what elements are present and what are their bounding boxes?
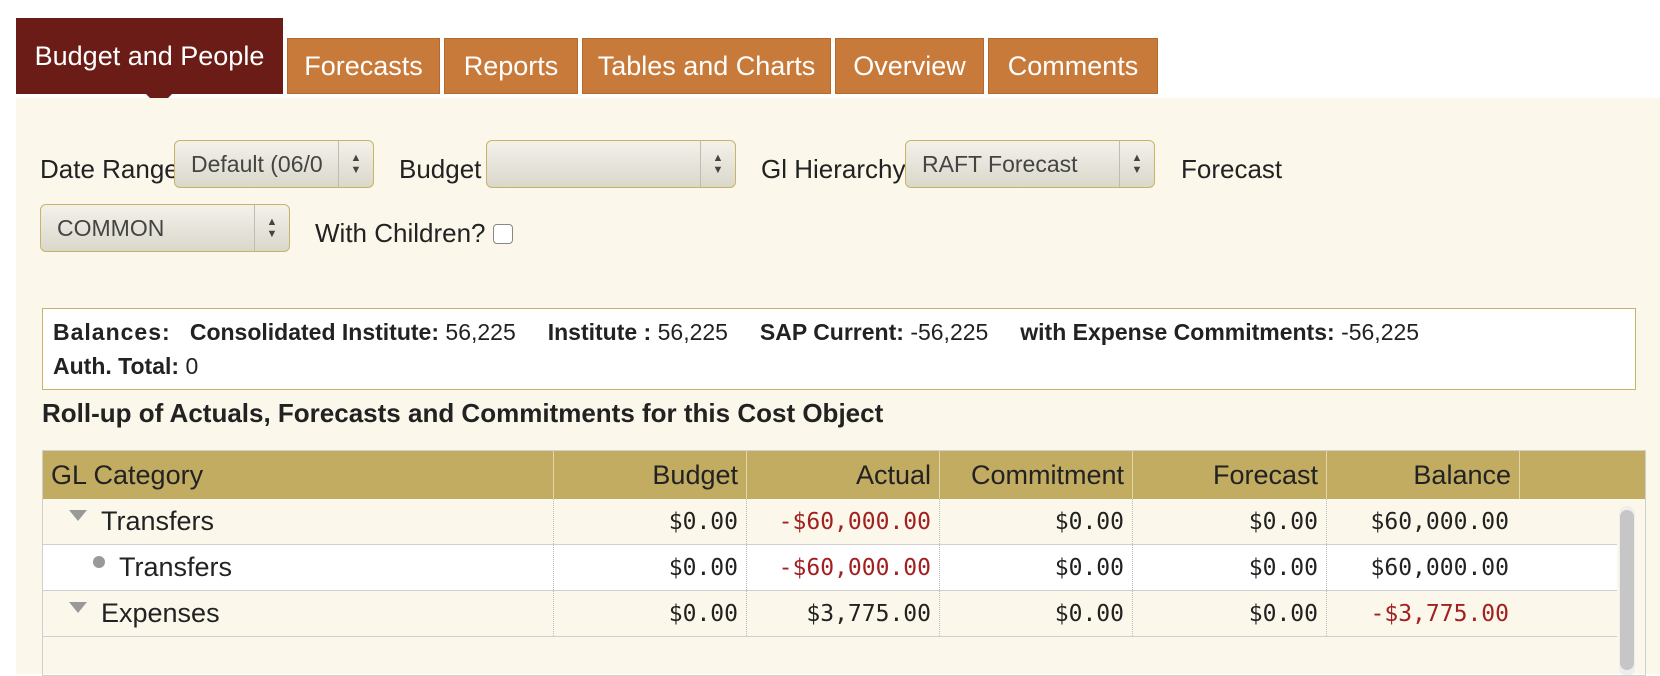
budget-select[interactable]: ▲ ▼ [486, 140, 736, 188]
forecast-cell: $0.00 [1133, 545, 1327, 590]
tab-forecasts[interactable]: Forecasts [287, 38, 440, 94]
row-name: Transfers [119, 552, 233, 582]
date-range-value: Default (06/01 [191, 150, 323, 177]
tab-tables-and-charts[interactable]: Tables and Charts [582, 38, 831, 94]
balances-line-2: Auth. Total: 0 [53, 353, 198, 380]
forecast-cell: $0.00 [1133, 499, 1327, 544]
forecast-label: Forecast [1181, 154, 1283, 184]
sap-current-value: -56,225 [910, 319, 989, 345]
gl-hierarchy-select[interactable]: RAFT Forecast ▲ ▼ [905, 140, 1155, 188]
row-name: Transfers [101, 506, 215, 536]
grid-scrollbar[interactable] [1619, 506, 1635, 675]
institute-value: 56,225 [657, 319, 728, 345]
consolidated-label: Consolidated Institute: [189, 319, 440, 345]
actual-cell: $3,775.00 [747, 591, 940, 636]
date-range-select[interactable]: Default (06/01 ▲ ▼ [174, 140, 374, 188]
column-header-balance[interactable]: Balance [1327, 451, 1520, 499]
forecast-select[interactable]: COMMON ▲ ▼ [40, 204, 290, 252]
tab-overview[interactable]: Overview [835, 38, 984, 94]
tab-label: Tables and Charts [597, 50, 816, 81]
tab-reports[interactable]: Reports [444, 38, 578, 94]
leaf-dot-icon [93, 555, 105, 568]
commitment-cell: $0.00 [940, 545, 1133, 590]
budget-cell: $0.00 [554, 545, 747, 590]
table-row[interactable]: Transfers $0.00 -$60,000.00 $0.00 $0.00 … [43, 499, 1617, 545]
column-header-commitment[interactable]: Commitment [940, 451, 1133, 499]
grid-header: GL Category Budget Actual Commitment For… [43, 451, 1645, 499]
balance-cell: $60,000.00 [1370, 508, 1509, 535]
expense-commitments-label: with Expense Commitments: [1020, 319, 1335, 345]
row-name: Expenses [101, 598, 220, 628]
gl-category-cell: Transfers [43, 499, 554, 544]
table-row[interactable]: Transfers $0.00 -$60,000.00 $0.00 $0.00 … [43, 545, 1617, 591]
commitment-cell: $0.00 [940, 591, 1133, 636]
scrollbar-thumb[interactable] [1620, 510, 1634, 670]
sap-current-label: SAP Current: [759, 319, 904, 345]
select-arrows-icon: ▲ ▼ [254, 205, 289, 251]
tab-label: Budget and People [34, 40, 265, 71]
gl-hierarchy-label: Gl Hierarchy [761, 154, 906, 184]
institute-label: Institute : [547, 319, 652, 345]
tab-label: Forecasts [304, 50, 423, 81]
table-row[interactable]: Expenses $0.00 $3,775.00 $0.00 $0.00 -$3… [43, 591, 1617, 637]
expand-triangle-icon[interactable] [69, 602, 87, 613]
actual-cell: -$60,000.00 [747, 545, 940, 590]
rollup-grid: GL Category Budget Actual Commitment For… [42, 450, 1646, 676]
budget-cell: $0.00 [554, 591, 747, 636]
gl-hierarchy-value: RAFT Forecast [922, 150, 1078, 177]
balance-cell: $60,000.00 [1370, 554, 1509, 581]
tab-label: Reports [463, 50, 559, 81]
forecast-cell: $0.00 [1133, 591, 1327, 636]
balance-cell: -$3,775.00 [1370, 600, 1509, 627]
column-header-budget[interactable]: Budget [554, 451, 747, 499]
with-children-checkbox[interactable] [493, 224, 513, 244]
content-panel: Date Range Default (06/01 ▲ ▼ Budget ▲ ▼ G… [16, 98, 1660, 676]
expense-commitments-value: -56,225 [1341, 319, 1420, 345]
tab-comments[interactable]: Comments [988, 38, 1158, 94]
section-title: Roll-up of Actuals, Forecasts and Commit… [42, 398, 884, 428]
select-arrows-icon: ▲ ▼ [700, 141, 735, 187]
select-arrows-icon: ▲ ▼ [1119, 141, 1154, 187]
budget-cell: $0.00 [554, 499, 747, 544]
budget-label: Budget [399, 154, 482, 184]
gl-category-cell: Expenses [43, 591, 554, 636]
auth-total-label: Auth. Total: [53, 353, 180, 379]
date-range-label: Date Range [40, 154, 179, 184]
gl-category-cell: Transfers [43, 545, 554, 590]
column-header-gl-category[interactable]: GL Category [43, 451, 554, 499]
column-header-actual[interactable]: Actual [747, 451, 940, 499]
commitment-cell: $0.00 [940, 499, 1133, 544]
forecast-value: COMMON [57, 214, 165, 241]
with-children-label: With Children? [315, 218, 486, 248]
balances-line-1: Balances: Consolidated Institute: 56,225… [53, 319, 1419, 346]
column-header-forecast[interactable]: Forecast [1133, 451, 1327, 499]
balances-heading: Balances: [53, 319, 171, 345]
consolidated-value: 56,225 [445, 319, 516, 345]
actual-cell: -$60,000.00 [747, 499, 940, 544]
expand-triangle-icon[interactable] [69, 510, 87, 521]
auth-total-value: 0 [185, 353, 199, 379]
tab-bar: Budget and People Forecasts Reports Tabl… [16, 18, 1660, 107]
tab-budget-and-people[interactable]: Budget and People [16, 18, 283, 107]
tab-label: Comments [1007, 50, 1139, 81]
select-arrows-icon: ▲ ▼ [338, 141, 373, 187]
balances-box: Balances: Consolidated Institute: 56,225… [42, 308, 1636, 390]
tab-label: Overview [853, 50, 966, 81]
